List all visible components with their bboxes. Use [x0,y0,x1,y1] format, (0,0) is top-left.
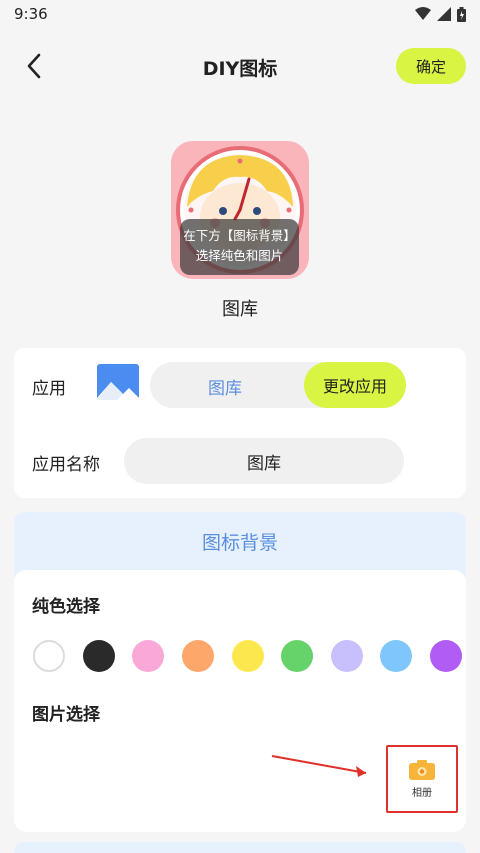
app-name-field[interactable]: 图库 [124,438,404,484]
camera-icon [409,759,435,780]
preview-app-name: 图库 [222,299,258,320]
color-swatch-yellow[interactable] [232,640,264,672]
status-bar: 9:36 [0,0,480,28]
icon-background-panel: 纯色选择 图片选择 相册 [14,570,466,832]
current-app-name: 图库 [208,379,242,399]
top-nav: DIY图标 确定 [0,40,480,94]
icon-preview: 在下方【图标背景】 选择纯色和图片 [171,141,309,279]
color-swatch-white[interactable] [33,640,65,672]
icon-background-title: 图标背景 [201,532,278,554]
wifi-icon [415,7,431,20]
app-settings-card: 应用 图库 更改应用 应用名称 图库 [14,348,466,498]
color-swatch-lavender[interactable] [331,640,363,672]
preview-hint-overlay: 在下方【图标背景】 选择纯色和图片 [180,219,299,275]
annotation-arrow [271,755,367,777]
status-icons [415,6,466,22]
color-swatch-pink[interactable] [132,640,164,672]
change-app-button[interactable]: 更改应用 [304,362,406,408]
album-button[interactable]: 相册 [386,745,458,813]
color-swatch-purple[interactable] [430,640,462,672]
app-selector: 图库 更改应用 [150,362,406,408]
next-section-edge [14,842,466,853]
signal-icon [437,7,451,21]
album-label: 相册 [412,787,432,799]
solid-color-label: 纯色选择 [32,597,100,617]
status-time: 9:36 [14,5,48,23]
app-name-label: 应用名称 [32,455,100,475]
image-select-label: 图片选择 [32,705,100,725]
confirm-button[interactable]: 确定 [396,48,466,84]
gallery-app-icon [97,364,139,406]
app-label: 应用 [32,379,66,399]
color-swatch-black[interactable] [83,640,115,672]
preview-hint-line2: 选择纯色和图片 [195,248,284,263]
color-swatch-green[interactable] [281,640,313,672]
battery-icon [457,6,466,22]
icon-background-card: 图标背景 纯色选择 图片选择 相册 [14,512,466,832]
preview-hint-line1: 在下方【图标背景】 [183,228,296,243]
color-swatch-skyblue[interactable] [380,640,412,672]
color-swatch-orange[interactable] [182,640,214,672]
